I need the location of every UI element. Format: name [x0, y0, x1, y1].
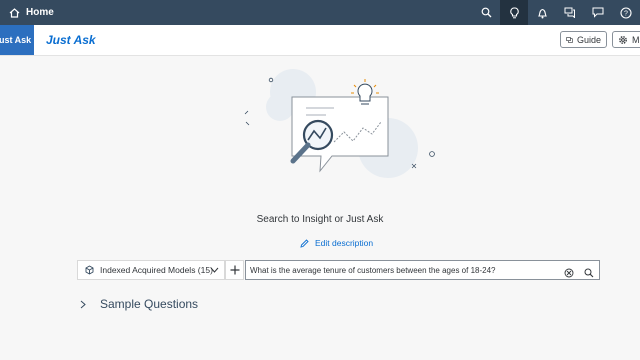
plus-icon — [230, 265, 239, 275]
guide-icon — [566, 36, 573, 43]
pencil-icon — [300, 238, 309, 248]
model-select-label: Indexed Acquired Models (15) — [100, 265, 213, 275]
app-tab[interactable]: Just Ask — [0, 25, 34, 55]
edit-description-label: Edit description — [315, 238, 374, 248]
help-icon[interactable]: ? — [612, 0, 640, 25]
feedback-icon[interactable] — [584, 0, 612, 25]
search-button[interactable] — [584, 265, 594, 283]
clear-icon — [564, 268, 574, 278]
home-label: Home — [26, 7, 54, 18]
guide-label: Guide — [576, 34, 601, 45]
chevron-down-icon — [210, 267, 219, 273]
shell-bar: Home ? — [0, 0, 640, 25]
search-field[interactable] — [245, 260, 600, 280]
clear-button[interactable] — [564, 265, 574, 283]
gear-icon — [619, 35, 627, 44]
sample-questions-toggle[interactable]: Sample Questions — [80, 297, 198, 311]
add-model-button[interactable] — [225, 260, 244, 280]
chevron-right-icon — [80, 300, 86, 308]
search-input[interactable] — [250, 265, 550, 275]
edit-description-link[interactable]: Edit description — [300, 238, 373, 248]
title-bar: Just Ask Just Ask Guide M — [0, 25, 640, 56]
page-title: Just Ask — [46, 33, 96, 47]
app-tab-label: Just Ask — [0, 35, 32, 45]
bell-icon[interactable] — [528, 0, 556, 25]
manage-label: M — [632, 34, 640, 45]
guide-button[interactable]: Guide — [560, 31, 607, 48]
model-select[interactable]: Indexed Acquired Models (15) — [77, 260, 225, 280]
home-icon — [9, 7, 20, 18]
home-link[interactable]: Home — [9, 7, 54, 18]
search-icon[interactable] — [472, 0, 500, 25]
sample-questions-label: Sample Questions — [100, 297, 199, 311]
search-icon — [584, 268, 594, 278]
manage-button[interactable]: M — [612, 31, 640, 48]
lightbulb-icon[interactable] — [500, 0, 528, 25]
empty-state-caption: Search to Insight or Just Ask — [256, 214, 384, 225]
svg-text:?: ? — [624, 10, 628, 17]
discussion-icon[interactable] — [556, 0, 584, 25]
insight-illustration — [244, 69, 435, 178]
cube-icon — [85, 265, 94, 275]
